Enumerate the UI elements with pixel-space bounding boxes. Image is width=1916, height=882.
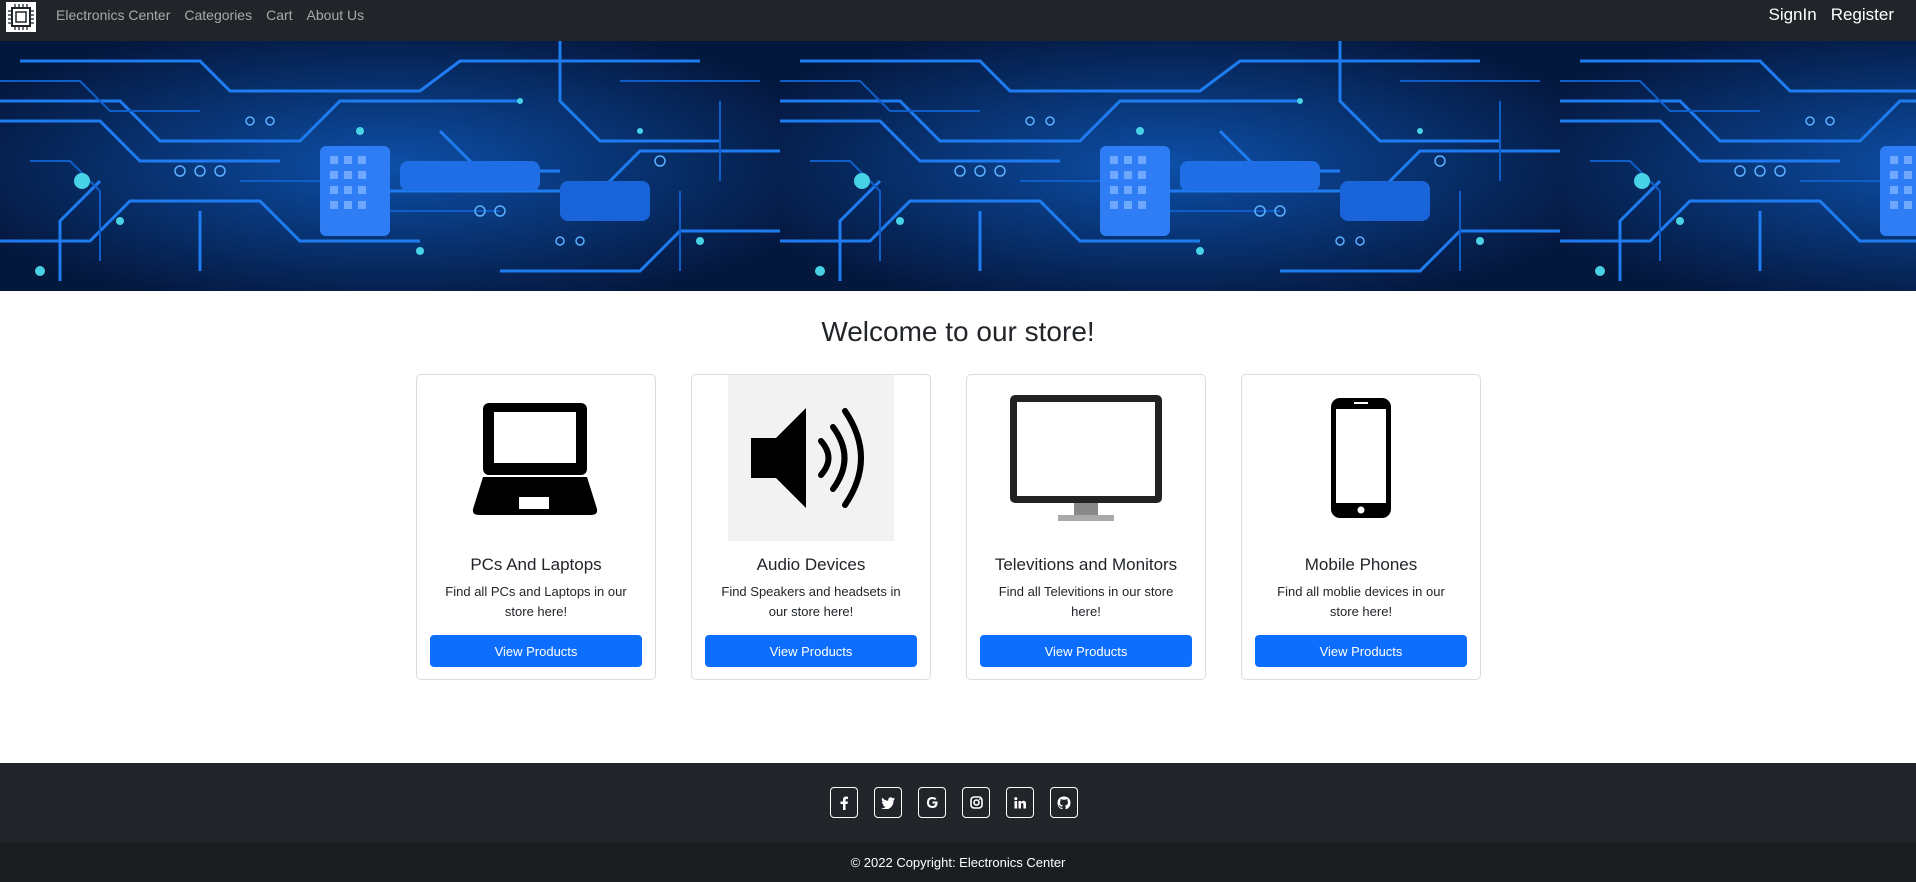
hero-banner — [0, 41, 1916, 291]
chip-icon[interactable] — [6, 2, 36, 32]
copyright: © 2022 Copyright: Electronics Center — [0, 842, 1916, 882]
circuit-board-image — [0, 41, 1916, 291]
nav-links: Electronics Center Categories Cart About… — [56, 0, 378, 30]
card-title: Televitions and Monitors — [994, 555, 1178, 574]
nav-auth: SignIn Register — [1754, 0, 1894, 30]
monitor-icon — [1003, 375, 1169, 541]
card-title: Mobile Phones — [1304, 555, 1418, 574]
register-link[interactable]: Register — [1831, 5, 1894, 25]
view-products-button[interactable]: View Products — [705, 635, 917, 667]
category-card: Mobile Phones Find all moblie devices in… — [1241, 374, 1481, 680]
view-products-button[interactable]: View Products — [430, 635, 642, 667]
instagram-icon[interactable] — [962, 787, 990, 818]
facebook-icon[interactable] — [830, 787, 858, 818]
card-text: Find all Televitions in our store here! — [998, 584, 1174, 619]
github-icon[interactable] — [1050, 787, 1078, 818]
view-products-button[interactable]: View Products — [980, 635, 1192, 667]
linkedin-icon[interactable] — [1006, 787, 1034, 818]
card-text: Find all PCs and Laptops in our store he… — [445, 584, 627, 619]
nav-link-cart[interactable]: Cart — [266, 7, 292, 23]
navbar: Electronics Center Categories Cart About… — [0, 0, 1916, 41]
twitter-icon[interactable] — [874, 787, 902, 818]
card-text: Find Speakers and headsets in our store … — [721, 584, 901, 619]
smartphone-icon — [1278, 375, 1444, 541]
category-card: Televitions and Monitors Find all Televi… — [966, 374, 1206, 680]
google-icon[interactable] — [918, 787, 946, 818]
card-text: Find all moblie devices in our store her… — [1277, 584, 1445, 619]
speaker-icon — [728, 375, 894, 541]
category-card: Audio Devices Find Speakers and headsets… — [691, 374, 931, 680]
footer: © 2022 Copyright: Electronics Center — [0, 763, 1916, 882]
nav-link-about-us[interactable]: About Us — [307, 7, 365, 23]
social-links — [830, 787, 1094, 818]
card-title: Audio Devices — [756, 555, 866, 574]
card-title: PCs And Laptops — [470, 555, 602, 574]
welcome-heading: Welcome to our store! — [821, 316, 1095, 347]
nav-brand[interactable]: Electronics Center — [56, 7, 170, 23]
laptop-icon — [453, 375, 619, 541]
category-card: PCs And Laptops Find all PCs and Laptops… — [416, 374, 656, 680]
signin-link[interactable]: SignIn — [1768, 5, 1816, 25]
view-products-button[interactable]: View Products — [1255, 635, 1467, 667]
nav-link-categories[interactable]: Categories — [184, 7, 252, 23]
